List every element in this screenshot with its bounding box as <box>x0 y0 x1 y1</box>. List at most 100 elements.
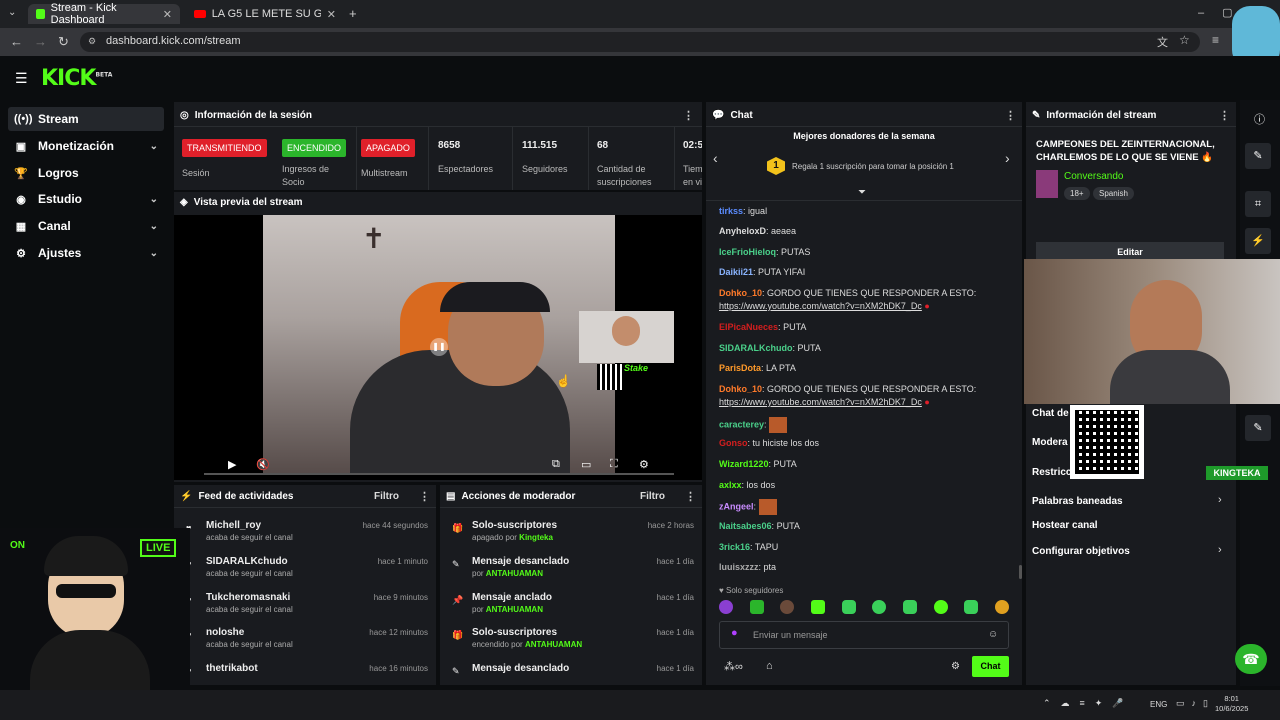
address-bar[interactable]: dashboard.kick.com/stream <box>80 32 1200 52</box>
sidebar-item-canal[interactable]: ▦ Canal ⌄ <box>8 214 164 238</box>
support-chat-icon[interactable]: ☎ <box>1235 644 1267 674</box>
chevron-left-icon[interactable]: ‹ <box>713 150 718 166</box>
sidebar-item-estudio[interactable]: ◉ Estudio ⌄ <box>8 187 164 211</box>
chat-settings-icon[interactable]: ⚙ <box>951 661 960 672</box>
more-options-icon[interactable]: ⋮ <box>419 490 430 503</box>
emote-icon[interactable] <box>994 600 1009 614</box>
chat-username[interactable]: Gonso <box>719 438 748 448</box>
emote-icon[interactable] <box>872 600 887 614</box>
pause-icon[interactable]: ❚❚ <box>430 338 448 356</box>
language-indicator[interactable]: ENG <box>1150 700 1167 709</box>
taskbar-clock[interactable]: 8:01 10/6/2025 <box>1215 694 1248 714</box>
sidebar-item-monetizacion[interactable]: ▣ Monetización ⌄ <box>8 134 164 158</box>
more-options-icon[interactable]: ⋮ <box>683 109 694 122</box>
sidebar-item-ajustes[interactable]: ⚙ Ajustes ⌄ <box>8 241 164 265</box>
chat-username[interactable]: SIDARALKchudo <box>719 343 793 353</box>
filter-button[interactable]: Filtro <box>374 491 399 502</box>
video-progress-bar[interactable] <box>204 473 674 475</box>
miniplayer-icon[interactable]: ⧉ <box>552 458 560 471</box>
hamburger-menu-icon[interactable]: ☰ <box>15 70 28 87</box>
chat-username[interactable]: luuisxzzz <box>719 562 759 572</box>
points-icon[interactable]: ⁂∞ <box>724 660 743 673</box>
chat-username[interactable]: zAngeel <box>719 501 754 511</box>
tab-list-icon[interactable]: ⌄ <box>8 7 16 18</box>
emote-icon[interactable] <box>933 600 948 614</box>
network-volume-battery-icons[interactable]: ▭♪▯ <box>1176 698 1215 709</box>
mod-user[interactable]: ANTAHUAMAN <box>525 640 582 649</box>
more-options-icon[interactable]: ⋮ <box>1005 109 1016 122</box>
host-channel-item[interactable]: Hostear canal <box>1032 520 1098 531</box>
chat-username[interactable]: IceFrioHieloq <box>719 247 776 257</box>
pencil-icon[interactable]: ✎ <box>1245 415 1271 441</box>
chat-username[interactable]: Dohko_10 <box>719 384 762 394</box>
back-icon[interactable]: ← <box>10 34 23 49</box>
info-icon[interactable]: ⓘ <box>1254 111 1265 127</box>
emote-icon[interactable] <box>810 600 825 614</box>
chat-username[interactable]: ParisDota <box>719 363 761 373</box>
emote-icon[interactable] <box>719 600 733 614</box>
mod-user[interactable]: Kingteka <box>519 533 553 542</box>
forward-icon[interactable]: → <box>34 34 47 49</box>
chevron-right-icon[interactable]: › <box>1005 150 1010 166</box>
chat-username[interactable]: Daikii21 <box>719 267 753 277</box>
chat-settings-item[interactable]: Chat de <box>1032 408 1069 419</box>
gift-icon[interactable]: ⌂ <box>766 660 773 672</box>
emote-icon[interactable] <box>841 600 856 614</box>
emoji-icon[interactable]: ☺ <box>988 629 998 640</box>
chat-username[interactable]: 3rick16 <box>719 542 750 552</box>
mod-user[interactable]: ANTAHUAMAN <box>486 569 543 578</box>
microphone-icon[interactable]: ● <box>731 627 738 639</box>
goals-item[interactable]: Configurar objetivos <box>1032 546 1130 557</box>
settings-gear-icon[interactable]: ⚙ <box>639 458 649 471</box>
filter-button[interactable]: Filtro <box>640 491 665 502</box>
chat-username[interactable]: ElPicaNueces <box>719 322 778 332</box>
lightning-icon[interactable]: ⚡ <box>1245 228 1271 254</box>
mute-icon[interactable]: 🔇 <box>256 458 270 471</box>
emote-icon[interactable] <box>749 600 764 614</box>
close-icon[interactable]: ✕ <box>327 8 336 21</box>
send-chat-button[interactable]: Chat <box>972 656 1009 677</box>
mod-user[interactable]: ANTAHUAMAN <box>486 605 543 614</box>
system-tray-icons[interactable]: ⌃☁≡✦🎤 <box>1043 698 1134 709</box>
theater-icon[interactable]: ▭ <box>581 458 591 471</box>
reload-icon[interactable]: ↻ <box>58 34 69 50</box>
more-options-icon[interactable]: ⋮ <box>685 490 696 503</box>
new-tab-icon[interactable]: + <box>349 6 357 21</box>
chat-username[interactable]: axlxx <box>719 480 742 490</box>
close-icon[interactable]: ✕ <box>163 8 172 21</box>
chat-username[interactable]: Wizard1220 <box>719 459 768 469</box>
extensions-icon[interactable]: ≡ <box>1212 33 1219 47</box>
more-options-icon[interactable]: ⋮ <box>1219 109 1230 122</box>
tab-kick-dashboard[interactable]: Stream - Kick Dashboard ✕ <box>28 2 180 26</box>
chat-username[interactable]: AnyheloxD <box>719 226 766 236</box>
banned-words-item[interactable]: Palabras baneadas <box>1032 496 1123 507</box>
translate-icon[interactable]: 文 <box>1157 34 1168 50</box>
gift-icon: 🎁 <box>452 523 464 533</box>
restrictions-item[interactable]: Restricc <box>1032 467 1071 478</box>
bookmark-star-icon[interactable]: ☆ <box>1179 33 1190 47</box>
category-name[interactable]: Conversando <box>1064 171 1123 182</box>
emote-icon[interactable] <box>964 600 979 614</box>
chat-username[interactable]: tirkss <box>719 206 743 216</box>
chat-username[interactable]: Dohko_10 <box>719 288 762 298</box>
sidebar-item-logros[interactable]: 🏆 Logros <box>8 161 164 185</box>
site-info-icon[interactable]: ⚙ <box>88 36 96 47</box>
chat-scrollbar[interactable] <box>1019 565 1022 579</box>
moderation-item[interactable]: Modera <box>1032 437 1068 448</box>
chat-username[interactable]: Naitsabes06 <box>719 521 772 531</box>
fullscreen-icon[interactable]: ⛶ <box>610 458 618 471</box>
chat-link[interactable]: https://www.youtube.com/watch?v=nXM2hDK7… <box>719 301 922 311</box>
emote-icon[interactable] <box>902 600 917 614</box>
tab-youtube[interactable]: LA G5 LE METE SU GOLPE A KI ✕ <box>186 4 344 24</box>
collapse-icon[interactable]: ⏷ <box>858 187 866 198</box>
chat-username[interactable]: caracterey <box>719 419 764 429</box>
feed-desc: acaba de seguir el canal <box>206 640 293 649</box>
edit-stream-icon[interactable]: ✎ <box>1245 143 1271 169</box>
play-icon[interactable]: ▶ <box>228 458 236 471</box>
emote-icon[interactable] <box>780 600 795 614</box>
sidebar-item-stream[interactable]: ((•)) Stream <box>8 107 164 131</box>
clip-icon[interactable]: ⌗ <box>1245 191 1271 217</box>
kick-logo[interactable]: KICKBETA <box>41 66 112 91</box>
chat-link[interactable]: https://www.youtube.com/watch?v=nXM2hDK7… <box>719 397 922 407</box>
emote-bar[interactable] <box>719 600 1009 616</box>
